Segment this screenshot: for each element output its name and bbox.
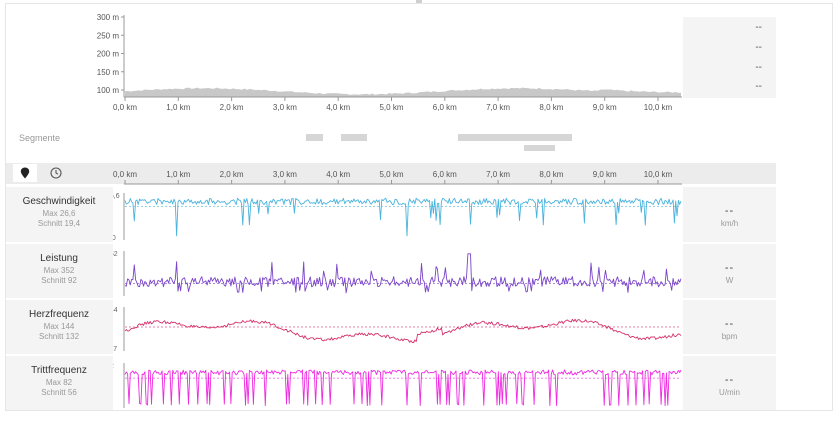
metric-max: Max 352 — [43, 266, 75, 275]
heartrate-current: -- bpm — [683, 300, 776, 354]
heartrate-label: Herzfrequenz Max 144 Schnitt 132 — [6, 300, 112, 341]
metric-max: Max 82 — [45, 378, 73, 387]
main-x-tick: 6,0 km — [433, 170, 457, 179]
speed-current: -- km/h — [683, 187, 776, 242]
metric-unit: bpm — [721, 332, 738, 341]
main-x-tick: 5,0 km — [379, 170, 403, 179]
metric-unit: U/min — [719, 388, 740, 397]
cadence-label: Trittfrequenz Max 82 Schnitt 56 — [6, 356, 112, 397]
metric-series-line — [124, 253, 682, 294]
cadence-current: -- U/min — [683, 356, 776, 410]
main-x-tick: 0,0 km — [113, 170, 137, 179]
metric-avg: Schnitt 92 — [41, 276, 77, 285]
main-x-tick: 9,0 km — [593, 170, 617, 179]
metric-value: -- — [724, 262, 735, 274]
main-x-tick: 2,0 km — [220, 170, 244, 179]
main-x-tick: 8,0 km — [539, 170, 563, 179]
main-x-tick: 4,0 km — [326, 170, 350, 179]
power-label: Leistung Max 352 Schnitt 92 — [6, 244, 112, 285]
metric-avg: Schnitt 132 — [38, 332, 80, 341]
metric-max: Max 26,6 — [42, 209, 76, 218]
metric-value: -- — [724, 318, 735, 330]
metric-avg: Schnitt 56 — [41, 388, 77, 397]
metric-series-line — [124, 197, 682, 237]
metric-title: Geschwindigkeit — [22, 196, 96, 207]
power-current: -- W — [683, 244, 776, 298]
metric-series-line — [124, 318, 682, 343]
metric-avg: Schnitt 19,4 — [37, 219, 81, 228]
speed-label: Geschwindigkeit Max 26,6 Schnitt 19,4 — [6, 187, 112, 228]
metric-title: Trittfrequenz — [31, 365, 87, 376]
metric-series-line — [124, 369, 682, 407]
metric-unit: W — [725, 276, 734, 285]
main-x-tick: 10,0 km — [644, 170, 673, 179]
main-x-tick: 1,0 km — [166, 170, 190, 179]
metric-title: Leistung — [40, 253, 78, 264]
main-x-tick: 7,0 km — [486, 170, 510, 179]
metric-max: Max 144 — [43, 322, 75, 331]
metric-unit: km/h — [720, 219, 739, 228]
metric-value: -- — [724, 205, 735, 217]
metric-title: Herzfrequenz — [28, 309, 90, 320]
metric-value: -- — [724, 374, 735, 386]
main-x-tick: 3,0 km — [273, 170, 297, 179]
